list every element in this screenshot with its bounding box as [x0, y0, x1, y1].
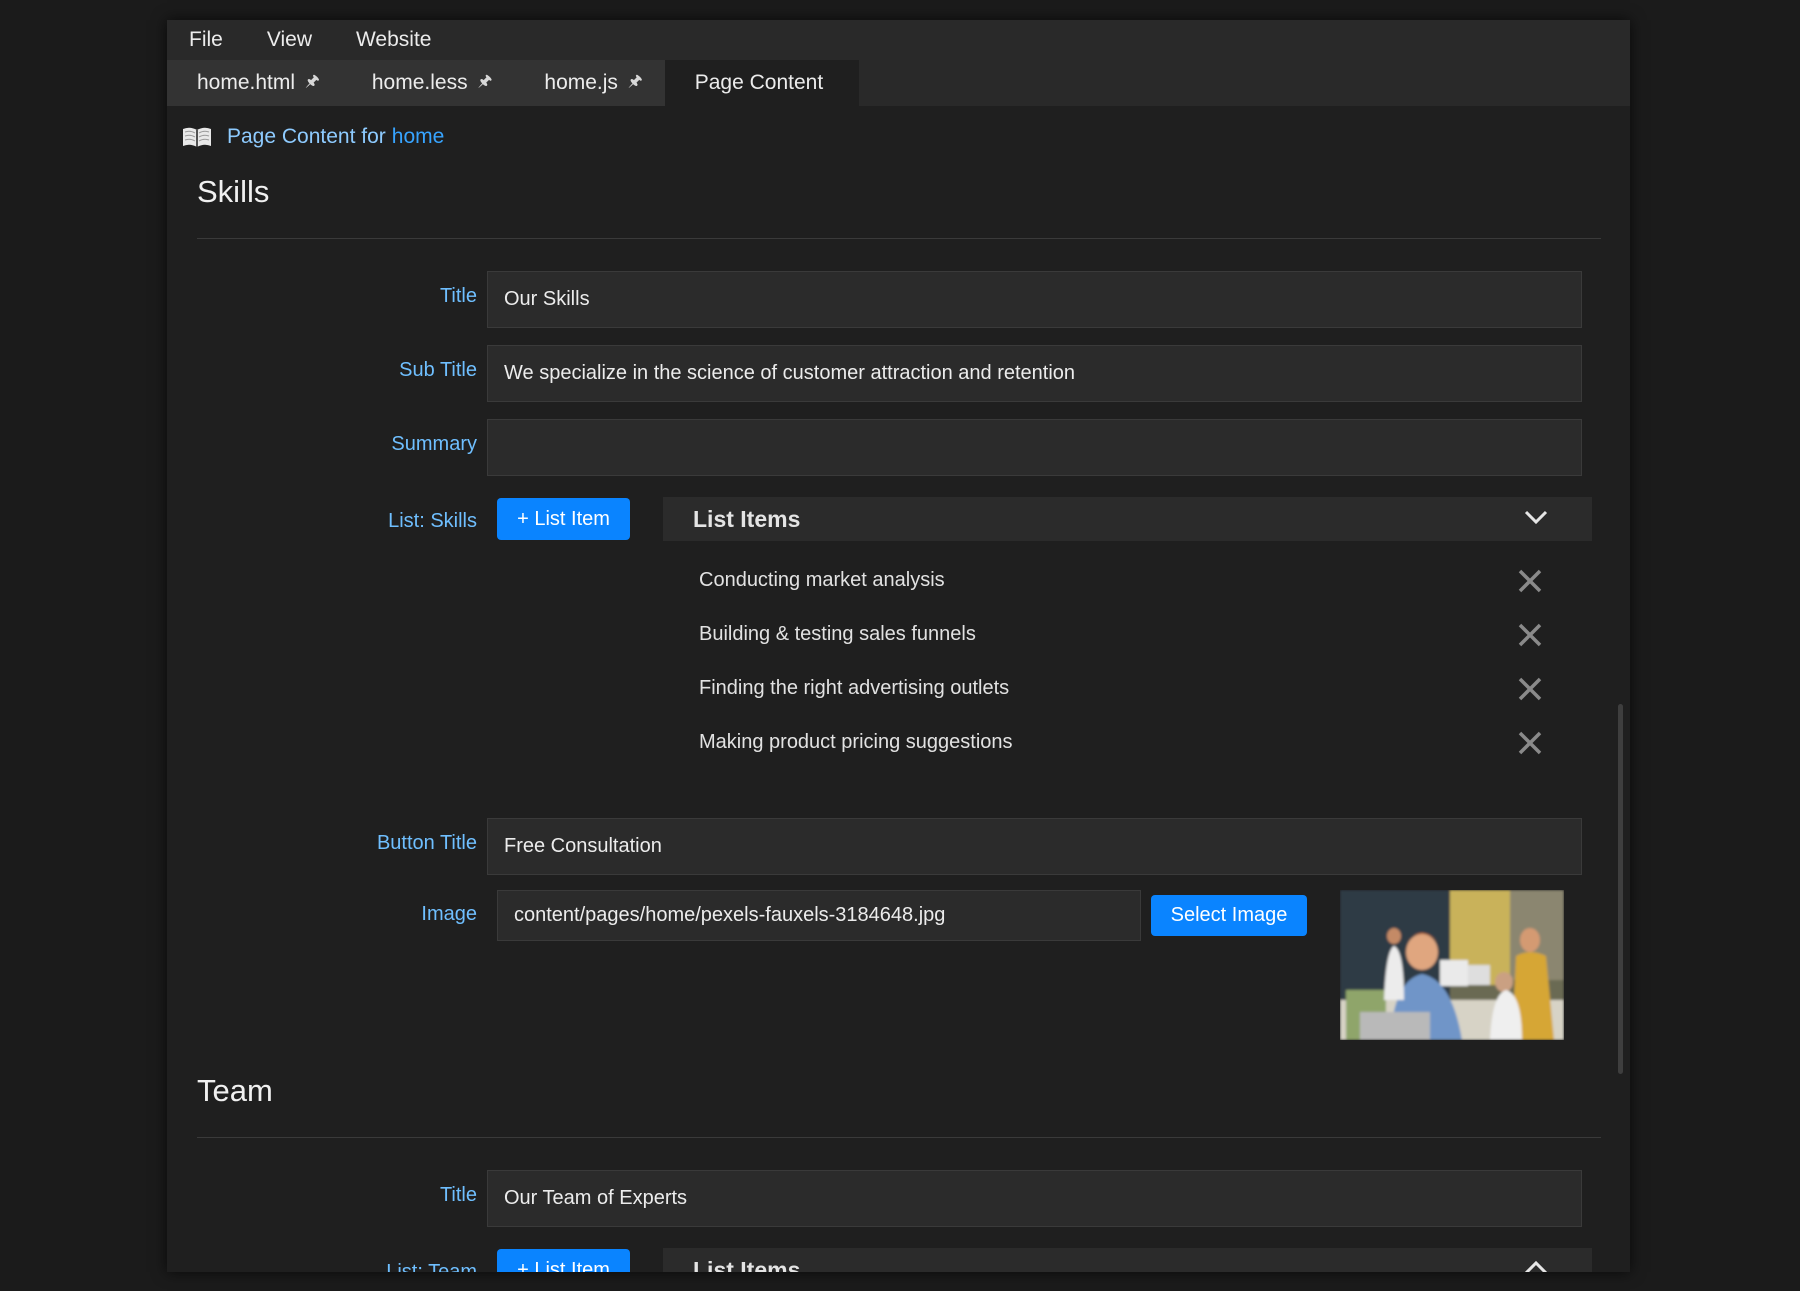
list-item-text: Finding the right advertising outlets	[699, 676, 1010, 699]
list-item[interactable]: Making product pricing suggestions	[699, 722, 1569, 762]
team-list-label: List: Team	[386, 1261, 477, 1272]
skills-subtitle-row: Sub Title We specialize in the science o…	[167, 345, 1630, 402]
team-title-input[interactable]: Our Team of Experts	[487, 1170, 1582, 1227]
list-item-text: Making product pricing suggestions	[699, 730, 1013, 753]
close-icon[interactable]	[1517, 676, 1543, 702]
skills-subtitle-input[interactable]: We specialize in the science of customer…	[487, 345, 1582, 402]
team-list-header[interactable]: List Items	[663, 1248, 1592, 1272]
menu-file[interactable]: File	[189, 28, 223, 52]
pin-icon[interactable]: 🖈︎	[305, 70, 320, 97]
list-item[interactable]: Finding the right advertising outlets	[699, 668, 1569, 708]
pin-icon[interactable]: 🖈︎	[628, 70, 643, 97]
tab-label: home.js	[544, 71, 618, 94]
skills-button-title-input[interactable]: Free Consultation	[487, 818, 1582, 875]
skills-button-title-label: Button Title	[376, 832, 477, 854]
list-item[interactable]: Building & testing sales funnels	[699, 614, 1569, 654]
skills-subtitle-label: Sub Title	[399, 359, 477, 381]
tab-label: Page Content	[694, 71, 824, 94]
tab-home-js[interactable]: home.js 🖈︎	[514, 60, 665, 106]
skills-title-input[interactable]: Our Skills	[487, 271, 1582, 328]
close-icon[interactable]	[1517, 568, 1543, 594]
list-item[interactable]: Conducting market analysis	[699, 560, 1569, 600]
editor-window: File View Website home.html 🖈︎ home.less…	[167, 20, 1630, 1272]
breadcrumb: Page Content for home	[167, 106, 1630, 168]
list-header-title: List Items	[693, 505, 801, 532]
team-title-row: Title Our Team of Experts	[167, 1170, 1630, 1227]
skills-list-label: List: Skills	[388, 510, 477, 532]
section-heading-skills: Skills	[197, 174, 270, 209]
list-header-title: List Items	[693, 1256, 801, 1273]
add-team-item-button[interactable]: + List Item	[497, 1249, 630, 1272]
vertical-scrollbar[interactable]	[1618, 704, 1623, 1074]
section-heading-team: Team	[197, 1073, 273, 1108]
menu-view[interactable]: View	[267, 28, 312, 52]
tab-home-html[interactable]: home.html 🖈︎	[167, 60, 342, 106]
close-icon[interactable]	[1517, 622, 1543, 648]
select-image-button[interactable]: Select Image	[1151, 895, 1307, 936]
chevron-down-icon[interactable]	[1524, 509, 1548, 525]
tab-bar: home.html 🖈︎ home.less 🖈︎ home.js 🖈︎ Pag…	[167, 60, 1630, 106]
list-item-text: Building & testing sales funnels	[699, 622, 976, 645]
chevron-up-icon[interactable]	[1524, 1260, 1548, 1272]
tab-page-content[interactable]: Page Content	[664, 60, 860, 106]
tab-label: home.less	[371, 71, 468, 94]
skills-summary-input[interactable]	[487, 419, 1582, 476]
page-content-panel: Page Content for home Skills Title Our S…	[167, 106, 1630, 1272]
skills-image-block: Image content/pages/home/pexels-fauxels-…	[167, 875, 1630, 1067]
team-title-label: Title	[439, 1184, 477, 1206]
image-thumbnail	[1340, 890, 1564, 1040]
team-list-block: List: Team + List Item List Items	[167, 1227, 1630, 1272]
tab-label: home.html	[197, 71, 296, 94]
skills-list-header[interactable]: List Items	[663, 497, 1592, 541]
breadcrumb-prefix: Page Content for	[227, 125, 386, 148]
add-skill-item-button[interactable]: + List Item	[497, 498, 630, 540]
skills-list-block: List: Skills + List Item List Items Cond…	[167, 476, 1630, 806]
close-icon[interactable]	[1517, 730, 1543, 756]
list-item-text: Conducting market analysis	[699, 568, 945, 591]
tab-home-less[interactable]: home.less 🖈︎	[341, 60, 515, 106]
menu-bar: File View Website	[167, 20, 1630, 60]
skills-title-row: Title Our Skills	[167, 271, 1630, 328]
skills-summary-label: Summary	[391, 433, 477, 455]
pin-icon[interactable]: 🖈︎	[478, 70, 493, 97]
skills-image-label: Image	[421, 903, 477, 925]
skills-button-title-row: Button Title Free Consultation	[167, 818, 1630, 875]
menu-website[interactable]: Website	[356, 28, 431, 52]
skills-summary-row: Summary	[167, 419, 1630, 476]
skills-title-label: Title	[439, 285, 477, 307]
breadcrumb-page-link[interactable]: home	[392, 125, 445, 149]
book-icon	[183, 127, 211, 147]
skills-image-path-input[interactable]: content/pages/home/pexels-fauxels-318464…	[497, 890, 1141, 941]
